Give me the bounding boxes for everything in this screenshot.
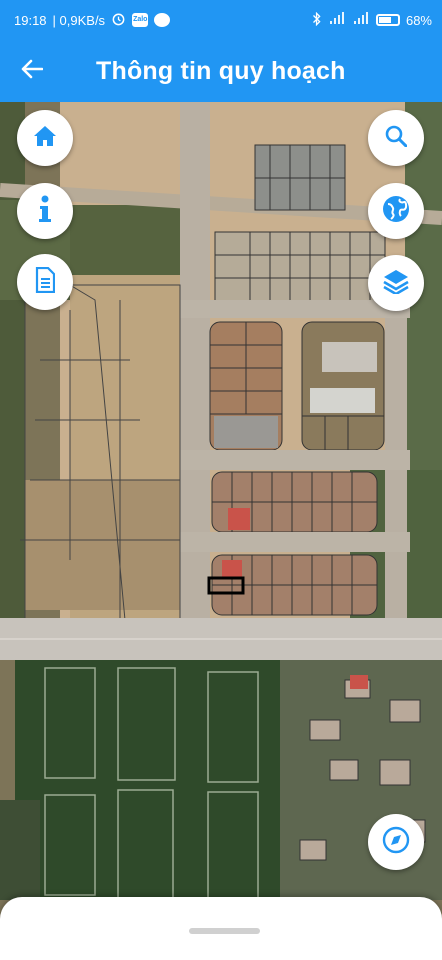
status-network-speed: | 0,9KB/s [52,12,106,28]
signal-4g-icon [328,12,346,28]
alarm-icon [111,11,126,29]
home-button[interactable] [17,110,73,166]
document-icon [35,266,56,298]
search-icon [385,125,408,152]
battery-percent: 68% [405,12,432,28]
home-icon [33,125,57,152]
chrome-icon [154,13,171,27]
battery-icon [375,14,400,26]
search-button[interactable] [368,110,424,166]
compass-button[interactable] [368,814,424,870]
status-time: 19:18 [14,12,47,28]
layers-icon [382,268,410,299]
app-bar: Thông tin quy hoạch [0,40,442,102]
info-button[interactable] [17,183,73,239]
compass-icon [382,826,410,859]
bottom-sheet[interactable] [0,897,442,960]
globe-button[interactable] [368,183,424,239]
back-button[interactable] [0,40,64,102]
page-title: Thông tin quy hoạch [96,56,346,85]
bluetooth-icon [312,11,322,29]
zalo-icon: Zalo [132,13,149,27]
layers-button[interactable] [368,255,424,311]
info-icon [38,195,52,228]
arrow-left-icon [21,59,44,84]
status-bar: 19:18 | 0,9KB/s Zalo 68% [0,0,442,40]
signal-icon [352,12,370,28]
globe-icon [382,195,410,228]
bottom-sheet-handle[interactable] [189,928,260,934]
document-button[interactable] [17,254,73,310]
